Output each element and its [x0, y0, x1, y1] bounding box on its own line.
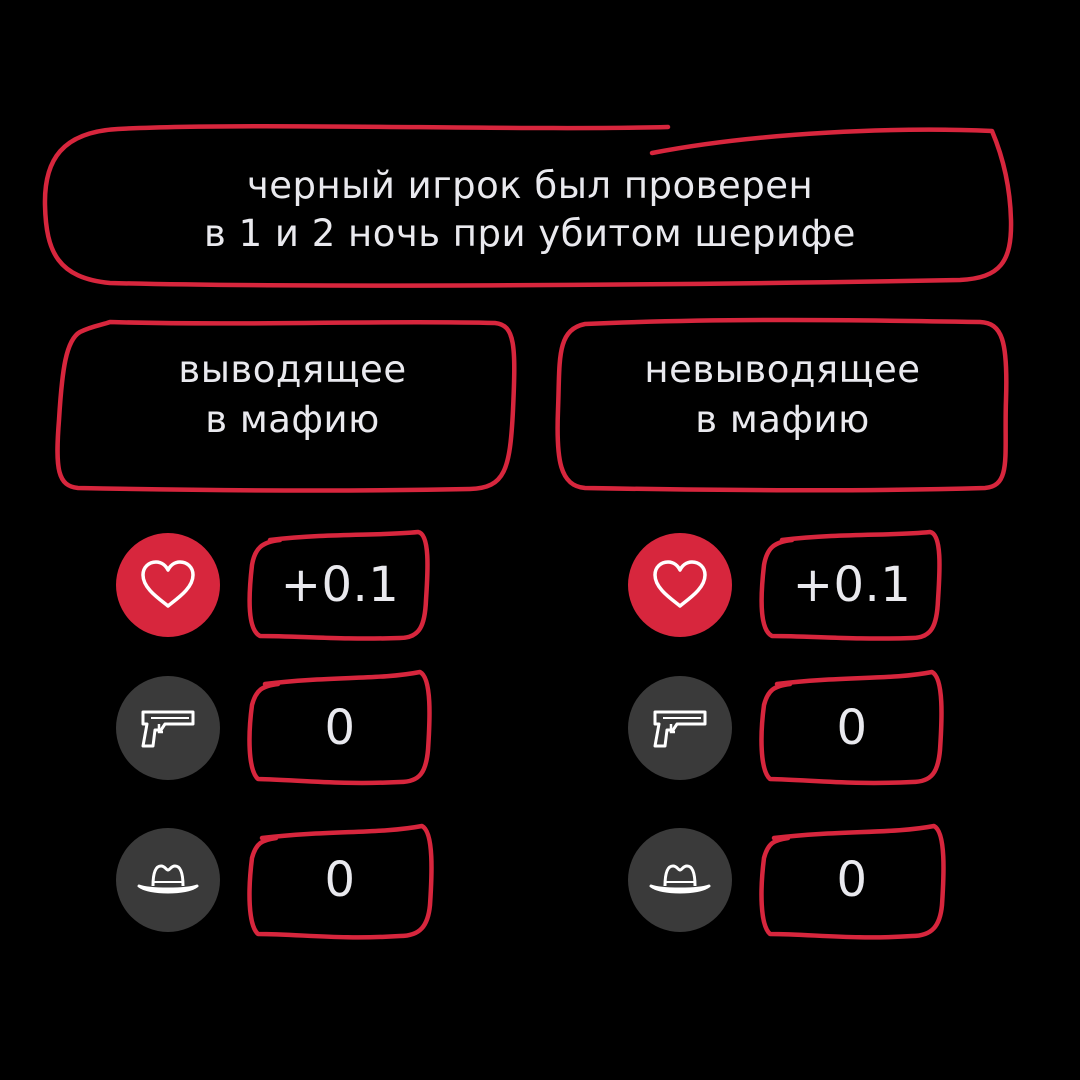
- value-right-hat: 0: [836, 852, 868, 908]
